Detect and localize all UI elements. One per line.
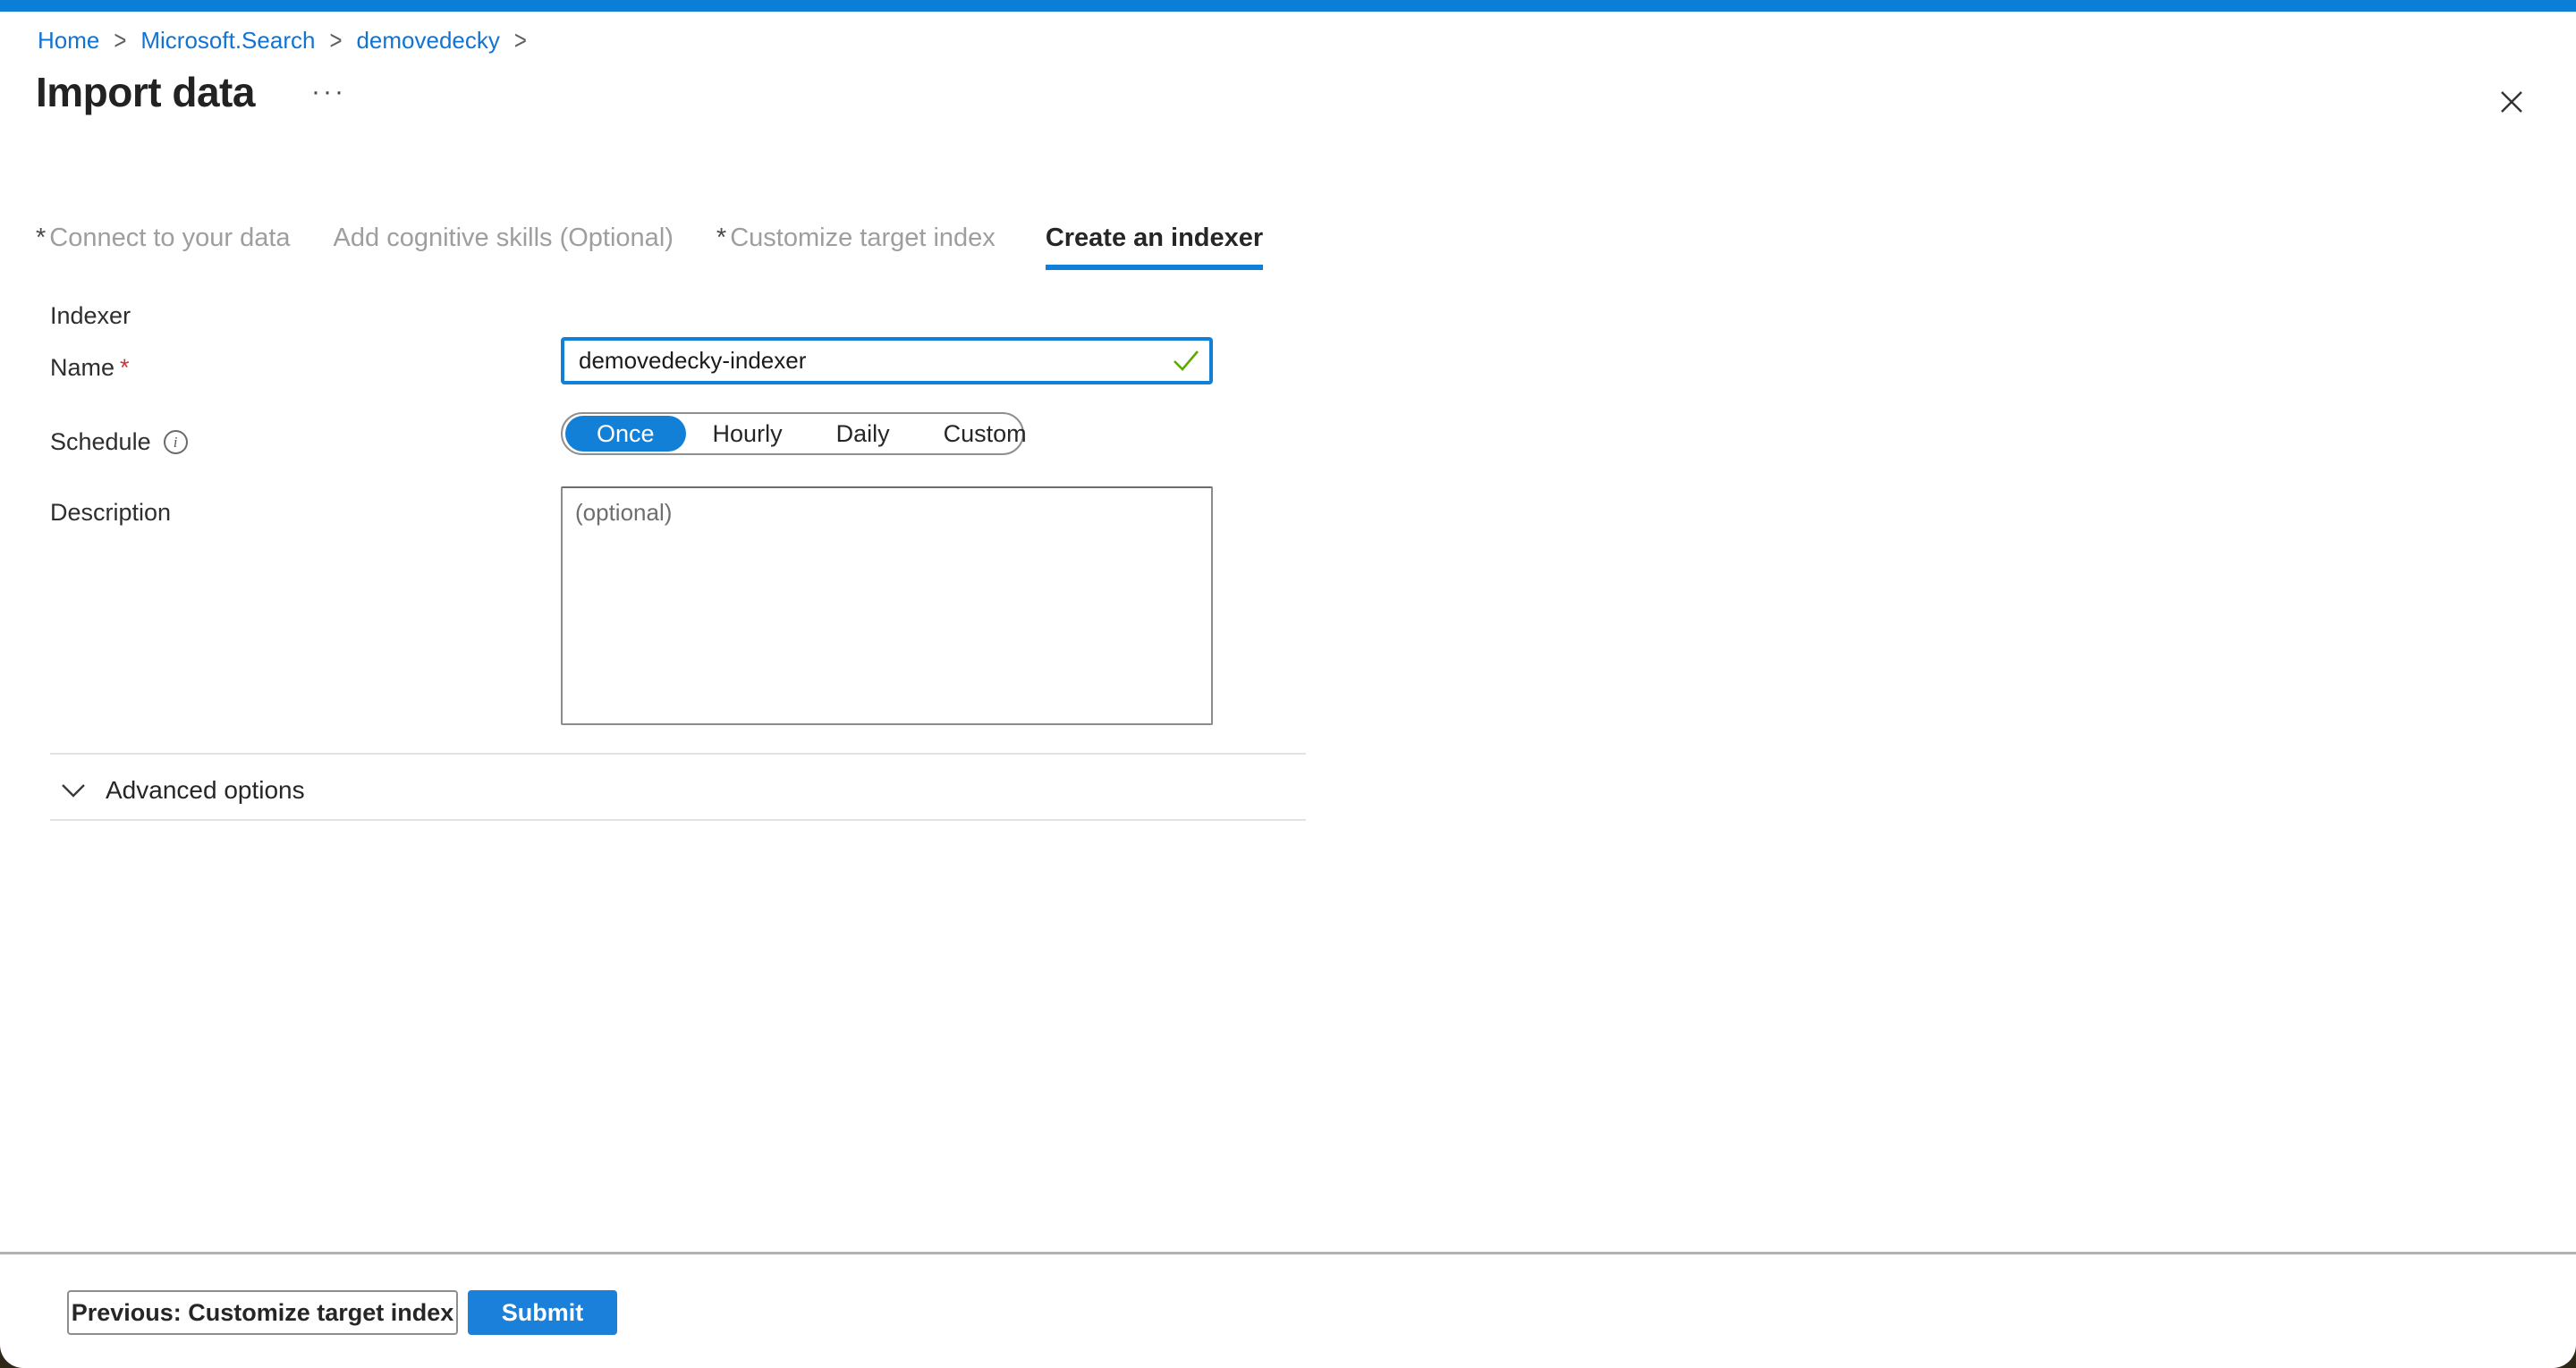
footer-divider [0, 1252, 2576, 1254]
validation-check-icon [1172, 348, 1200, 377]
chevron-right-icon: > [329, 25, 342, 56]
name-field-wrap [561, 337, 1213, 384]
divider [50, 819, 1306, 821]
info-icon[interactable]: i [164, 430, 188, 454]
chevron-right-icon: > [514, 25, 527, 56]
indexer-name-input[interactable] [561, 337, 1213, 384]
wizard-tabs: *Connect to your data Add cognitive skil… [36, 224, 1263, 270]
advanced-options-label: Advanced options [106, 776, 305, 805]
advanced-options-toggle[interactable]: Advanced options [61, 771, 305, 810]
schedule-option-daily[interactable]: Daily [809, 420, 917, 448]
chevron-down-icon [61, 783, 86, 798]
breadcrumb: Home > Microsoft.Search > demovedecky > [38, 27, 527, 55]
submit-button[interactable]: Submit [468, 1290, 617, 1335]
divider [50, 753, 1306, 755]
previous-step-button[interactable]: Previous: Customize target index [67, 1290, 458, 1335]
azure-top-bar [0, 0, 2576, 12]
tab-connect-to-your-data[interactable]: *Connect to your data [36, 224, 291, 270]
close-icon[interactable] [2496, 86, 2528, 118]
schedule-option-custom[interactable]: Custom [917, 420, 1054, 448]
page-title: Import data [36, 68, 255, 116]
tab-create-an-indexer[interactable]: Create an indexer [1046, 224, 1263, 270]
breadcrumb-link-microsoft-search[interactable]: Microsoft.Search [140, 27, 315, 55]
chevron-right-icon: > [114, 25, 126, 56]
indexer-section-label: Indexer [50, 302, 131, 330]
description-field-label: Description [50, 499, 171, 527]
tab-customize-target-index[interactable]: *Customize target index [716, 224, 996, 270]
schedule-field-label: Schedule i [50, 428, 188, 456]
more-options-icon[interactable]: ··· [311, 77, 346, 107]
breadcrumb-link-demovedecky[interactable]: demovedecky [356, 27, 499, 55]
description-textarea[interactable] [561, 486, 1213, 725]
schedule-segmented-control: Once Hourly Daily Custom [561, 412, 1024, 455]
required-asterisk: * [120, 354, 130, 381]
name-field-label: Name* [50, 354, 130, 382]
import-data-panel: Home > Microsoft.Search > demovedecky > … [0, 0, 2576, 1368]
breadcrumb-link-home[interactable]: Home [38, 27, 99, 55]
tab-add-cognitive-skills[interactable]: Add cognitive skills (Optional) [334, 224, 674, 270]
schedule-option-hourly[interactable]: Hourly [686, 420, 809, 448]
schedule-option-once[interactable]: Once [565, 416, 686, 452]
